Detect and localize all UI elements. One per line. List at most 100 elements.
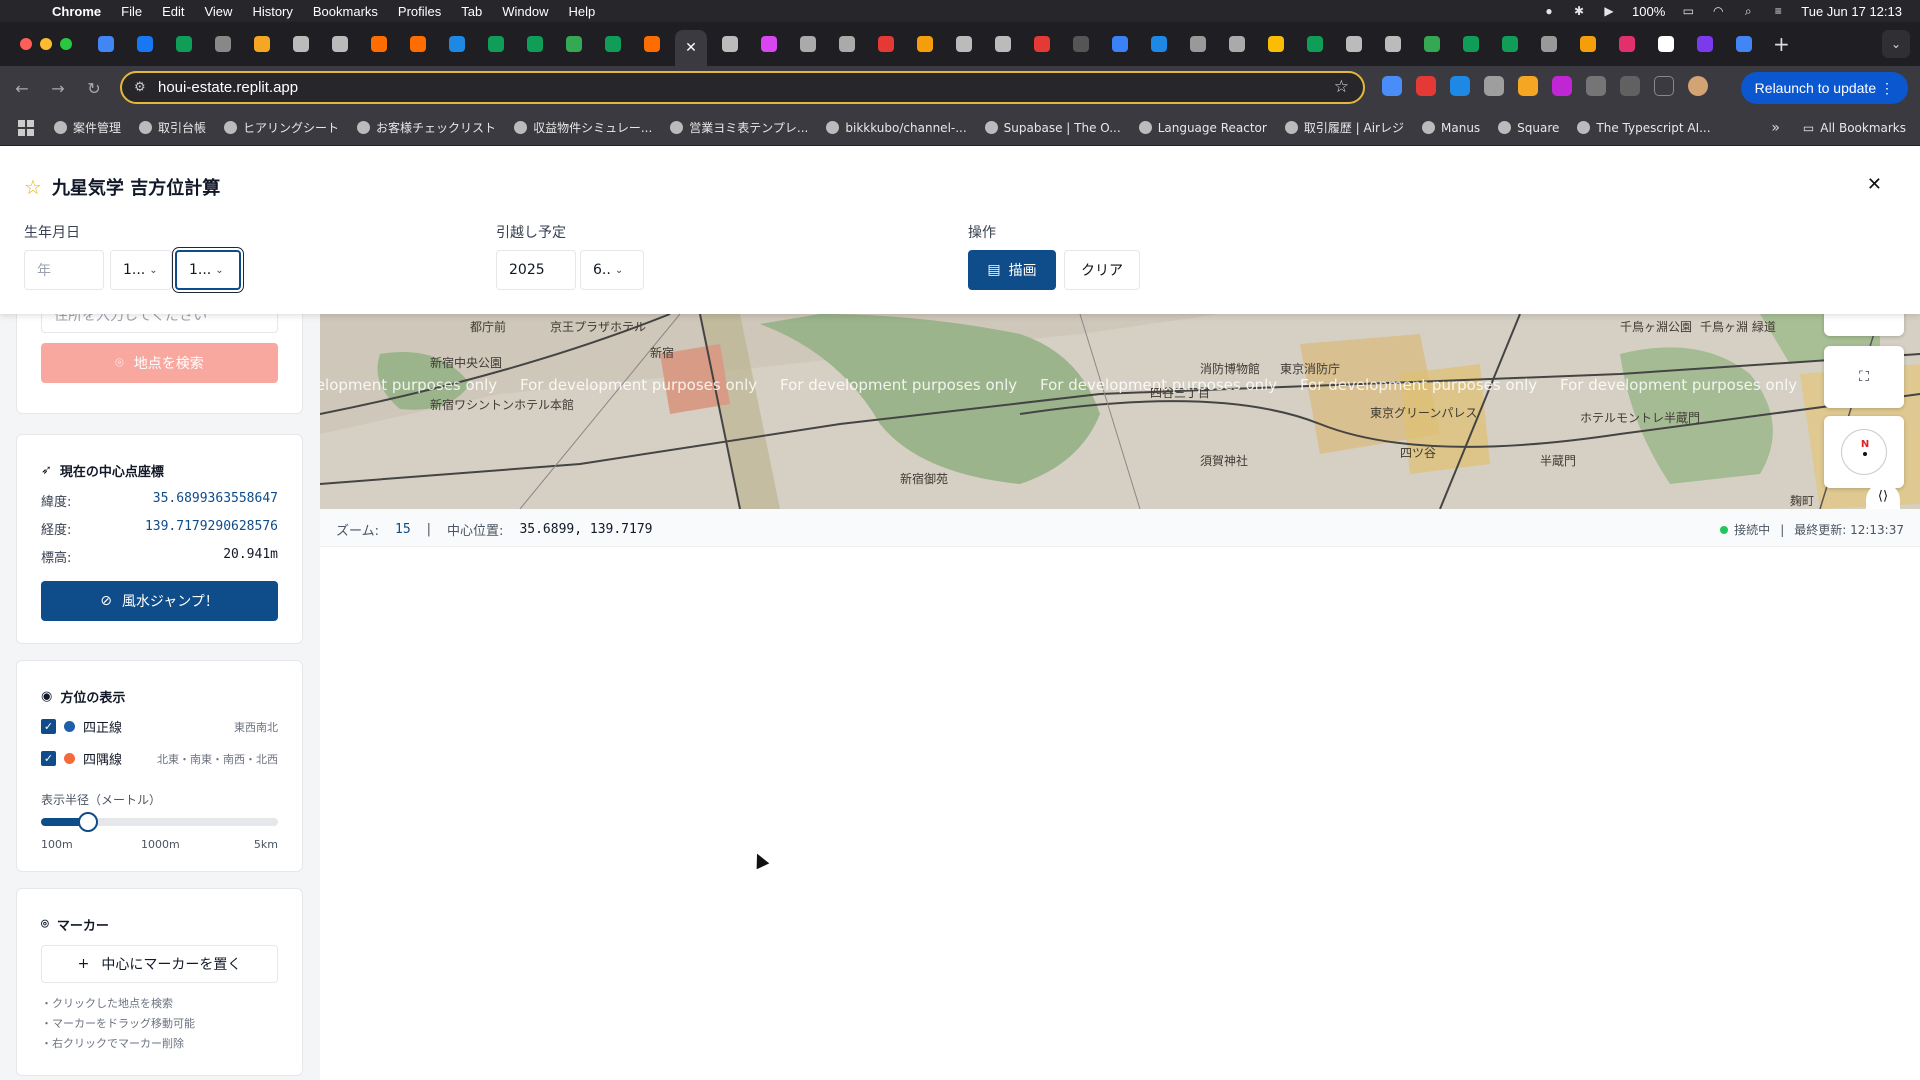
tab-favicon-icon[interactable] <box>1143 29 1175 59</box>
tab-favicon-icon[interactable] <box>597 29 629 59</box>
checkbox[interactable]: ✓ <box>41 719 56 734</box>
tab-favicon-icon[interactable] <box>987 29 1019 59</box>
tab-favicon-icon[interactable] <box>1728 29 1760 59</box>
tab-favicon-icon[interactable] <box>402 29 434 59</box>
menu-edit[interactable]: Edit <box>162 4 184 19</box>
tab-favicon-icon[interactable] <box>1104 29 1136 59</box>
tab-favicon-icon[interactable] <box>792 29 824 59</box>
reading-list-icon[interactable] <box>1654 76 1674 96</box>
birth-day-select[interactable]: 1... ⌄ <box>175 250 241 290</box>
wifi-icon[interactable]: ◠ <box>1711 4 1725 18</box>
menu-history[interactable]: History <box>252 4 292 19</box>
bookmark-item[interactable]: Manus <box>1422 121 1480 135</box>
tab-favicon-icon[interactable] <box>558 29 590 59</box>
puzzle-icon[interactable] <box>1620 76 1640 96</box>
avatar[interactable] <box>1688 76 1708 96</box>
tab-favicon-icon[interactable] <box>1065 29 1097 59</box>
tab-favicon-icon[interactable] <box>1650 29 1682 59</box>
cardinal-lines-toggle[interactable]: ✓ 四正線 東西南北 <box>41 717 278 736</box>
menu-app[interactable]: Chrome <box>52 4 101 19</box>
extension-icon[interactable] <box>1450 76 1470 96</box>
bookmark-star-icon[interactable]: ☆ <box>1334 77 1349 97</box>
tab-favicon-icon[interactable] <box>909 29 941 59</box>
menu-help[interactable]: Help <box>569 4 596 19</box>
fengshui-jump-button[interactable]: ⊘ 風水ジャンプ！ <box>41 581 278 621</box>
bookmark-item[interactable]: 案件管理 <box>54 119 121 136</box>
diagonal-lines-toggle[interactable]: ✓ 四隅線 北東・南東・南西・北西 <box>41 749 278 768</box>
birth-month-select[interactable]: 1... ⌄ <box>110 250 172 290</box>
clear-button[interactable]: クリア <box>1064 250 1140 290</box>
apps-icon[interactable] <box>18 119 34 136</box>
tab-favicon-icon[interactable] <box>1572 29 1604 59</box>
reload-icon[interactable]: ↻ <box>76 79 112 98</box>
zoom-button[interactable] <box>1824 314 1904 336</box>
tab-favicon-icon[interactable] <box>831 29 863 59</box>
tab-favicon-icon[interactable] <box>1455 29 1487 59</box>
radius-slider-thumb[interactable] <box>78 812 99 832</box>
tab-favicon-icon[interactable] <box>1026 29 1058 59</box>
tab-favicon-icon[interactable] <box>363 29 395 59</box>
tab-favicon-icon[interactable] <box>519 29 551 59</box>
tab-favicon-icon[interactable] <box>1221 29 1253 59</box>
menu-tab[interactable]: Tab <box>461 4 482 19</box>
tab-favicon-icon[interactable] <box>636 29 668 59</box>
all-bookmarks[interactable]: ▭ All Bookmarks <box>1803 121 1906 135</box>
zoom-window-button[interactable] <box>60 38 72 50</box>
birth-year-input[interactable]: 年 <box>24 250 104 290</box>
status-icon[interactable]: ● <box>1542 4 1556 18</box>
bookmark-item[interactable]: お客様チェックリスト <box>357 119 496 136</box>
menubar-clock[interactable]: Tue Jun 17 12:13 <box>1801 4 1902 19</box>
tab-favicon-icon[interactable] <box>1611 29 1643 59</box>
tab-favicon-icon[interactable] <box>1494 29 1526 59</box>
bookmark-item[interactable]: 収益物件シミュレー... <box>514 119 652 136</box>
tab-favicon-icon[interactable] <box>168 29 200 59</box>
tab-favicon-icon[interactable] <box>1182 29 1214 59</box>
bookmark-item[interactable]: 取引履歴 | Airレジ <box>1284 119 1404 136</box>
fullscreen-icon[interactable]: ⛶ <box>1824 346 1904 408</box>
site-info-icon[interactable]: ⚙ <box>134 79 146 95</box>
tab-favicon-icon[interactable] <box>246 29 278 59</box>
address-bar[interactable]: ⚙ houi-estate.replit.app ☆ <box>120 71 1365 104</box>
tab-favicon-icon[interactable] <box>870 29 902 59</box>
menu-view[interactable]: View <box>204 4 232 19</box>
compass-control[interactable]: N <box>1824 416 1904 488</box>
search-location-button[interactable]: ⌾ 地点を検索 <box>41 343 278 383</box>
menu-file[interactable]: File <box>121 4 142 19</box>
bookmark-item[interactable]: Square <box>1498 121 1559 135</box>
new-tab-button[interactable]: + <box>1773 32 1790 56</box>
extension-icon[interactable] <box>1382 76 1402 96</box>
play-icon[interactable]: ▶ <box>1602 4 1616 18</box>
tab-favicon-icon[interactable] <box>285 29 317 59</box>
extension-icon[interactable] <box>1518 76 1538 96</box>
extension-icon[interactable] <box>1552 76 1572 96</box>
bookmark-item[interactable]: Language Reactor <box>1138 121 1267 135</box>
tab-favicon-icon[interactable] <box>1689 29 1721 59</box>
place-marker-button[interactable]: + 中心にマーカーを置く <box>41 945 278 983</box>
minimize-window-button[interactable] <box>40 38 52 50</box>
tab-favicon-icon[interactable] <box>129 29 161 59</box>
draw-button[interactable]: ▤ 描画 <box>968 250 1056 290</box>
bluetooth-icon[interactable]: ✱ <box>1572 4 1586 18</box>
tab-favicon-icon[interactable] <box>480 29 512 59</box>
extension-icon[interactable] <box>1586 76 1606 96</box>
tab-favicon-icon[interactable] <box>1533 29 1565 59</box>
tab-favicon-icon[interactable] <box>1260 29 1292 59</box>
map-view[interactable]: 都庁前 新宿中央公園 新宿ワシントンホテル本館 新宿 新宿御苑 四谷三丁目 須賀神社 消防博物… <box>320 314 1920 509</box>
bookmarks-more-icon[interactable]: » <box>1771 120 1780 136</box>
radius-slider[interactable] <box>41 812 278 832</box>
checkbox[interactable]: ✓ <box>41 751 56 766</box>
bookmark-item[interactable]: bikkkubo/channel-... <box>826 121 967 135</box>
bookmark-item[interactable]: 営業ヨミ表テンプレ... <box>670 119 808 136</box>
tab-favicon-icon[interactable] <box>1416 29 1448 59</box>
bookmark-item[interactable]: Supabase | The O... <box>984 121 1121 135</box>
bookmark-item[interactable]: ヒアリングシート <box>224 119 339 136</box>
tab-favicon-icon[interactable] <box>1338 29 1370 59</box>
move-year-input[interactable]: 2025 <box>496 250 576 290</box>
bookmark-item[interactable]: 取引台帳 <box>139 119 206 136</box>
extension-icon[interactable] <box>1416 76 1436 96</box>
tab-favicon-icon[interactable] <box>714 29 746 59</box>
move-month-select[interactable]: 6.. ⌄ <box>580 250 644 290</box>
menu-profiles[interactable]: Profiles <box>398 4 441 19</box>
tab-favicon-icon[interactable] <box>90 29 122 59</box>
menu-window[interactable]: Window <box>502 4 548 19</box>
